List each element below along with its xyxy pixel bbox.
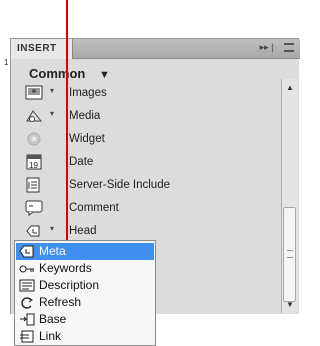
- insert-item-date[interactable]: 19 Date: [25, 153, 255, 173]
- insert-item-media[interactable]: ▾ Media: [25, 107, 255, 127]
- keywords-icon: [19, 265, 34, 273]
- menu-item-base[interactable]: Base: [16, 311, 154, 328]
- collapse-icon[interactable]: ▸▸ |: [260, 42, 274, 52]
- insert-item-label: Head: [69, 225, 97, 237]
- insert-item-label: Widget: [69, 133, 105, 145]
- menu-item-label: Base: [39, 312, 67, 326]
- tab-insert[interactable]: INSERT: [11, 39, 73, 59]
- media-dropdown-icon[interactable]: ▾: [50, 109, 54, 118]
- head-icon: [26, 225, 40, 237]
- svg-text:19: 19: [29, 161, 38, 170]
- menu-item-label: Description: [39, 278, 100, 292]
- panel-scrollbar[interactable]: ▲ ▼: [281, 79, 298, 313]
- menu-item-label: Keywords: [39, 261, 92, 275]
- meta-icon: [19, 245, 34, 258]
- menu-item-refresh[interactable]: Refresh: [16, 294, 154, 311]
- panel-menu-icon[interactable]: [284, 43, 294, 53]
- base-icon: [20, 313, 35, 326]
- media-icon: [26, 110, 43, 122]
- menu-item-description[interactable]: Description: [16, 277, 154, 294]
- description-icon: [19, 279, 35, 292]
- category-label: Common: [29, 66, 86, 81]
- insert-item-server-side-include[interactable]: Server-Side Include: [25, 176, 255, 196]
- insert-item-label: Images: [69, 87, 107, 99]
- insert-item-label: Media: [69, 110, 101, 122]
- insert-item-label: Date: [69, 156, 94, 168]
- insert-item-widget[interactable]: Widget: [25, 130, 255, 150]
- scroll-down-icon[interactable]: ▼: [286, 300, 294, 309]
- scroll-up-icon[interactable]: ▲: [286, 83, 294, 92]
- refresh-icon: [21, 297, 33, 309]
- link-icon: [20, 330, 34, 343]
- menu-item-label: Meta: [39, 244, 66, 258]
- insert-item-comment[interactable]: Comment: [25, 199, 255, 219]
- left-edge-mark: 1: [4, 58, 9, 67]
- head-dropdown-icon[interactable]: ▾: [50, 224, 54, 233]
- menu-item-label: Refresh: [39, 295, 82, 309]
- category-dropdown-icon: ▼: [98, 69, 110, 81]
- menu-item-label: Link: [39, 329, 62, 343]
- panel-controls[interactable]: ▸▸ |: [260, 42, 294, 53]
- menu-item-meta[interactable]: Meta: [16, 243, 154, 260]
- insert-item-label: Server-Side Include: [69, 179, 170, 191]
- server-include-icon: [26, 177, 40, 193]
- grip-icon: [287, 250, 293, 258]
- insert-item-head[interactable]: ▾ Head: [25, 222, 255, 242]
- image-icon: [25, 85, 43, 100]
- calendar-icon: 19: [26, 154, 42, 170]
- widget-icon: [27, 132, 41, 146]
- category-selector[interactable]: Common ▼: [29, 66, 110, 81]
- scroll-thumb[interactable]: [283, 207, 296, 302]
- panel-tab-bar: INSERT ▸▸ |: [11, 39, 300, 59]
- insert-item-images[interactable]: ▾ Images: [25, 84, 255, 104]
- menu-item-keywords[interactable]: Keywords: [16, 260, 154, 277]
- annotation-arrow-line: [66, 0, 68, 244]
- head-dropdown-menu: Meta Keywords Description Refresh Base L…: [14, 240, 156, 346]
- images-dropdown-icon[interactable]: ▾: [50, 86, 54, 95]
- comment-icon: [25, 200, 43, 216]
- menu-item-link[interactable]: Link: [16, 328, 154, 345]
- insert-item-label: Comment: [69, 202, 119, 214]
